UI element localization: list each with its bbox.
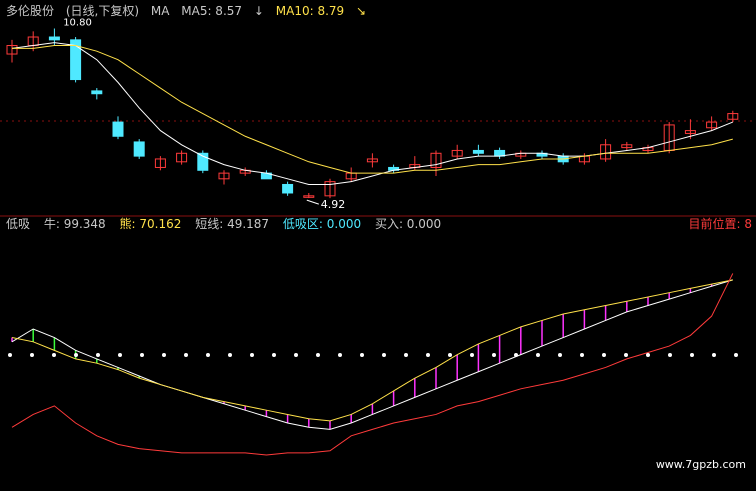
period-label: (日线,下复权): [65, 4, 140, 18]
stock-title: 多伦股份: [6, 4, 55, 18]
ref-dot: [316, 353, 320, 357]
ref-dot: [668, 353, 672, 357]
ref-dot: [734, 353, 738, 357]
current-position: 目前位置: 8: [688, 217, 753, 231]
ref-dot: [492, 353, 496, 357]
ref-dot: [52, 353, 56, 357]
buy-value: 买入: 0.000: [374, 217, 442, 231]
ref-dot: [338, 353, 342, 357]
ref-dot: [294, 353, 298, 357]
ref-dot: [96, 353, 100, 357]
chart-stage: 4.92 10.80 多伦股份 (日线,下复权) MA MA5: 8.57 ↓ M…: [0, 0, 756, 487]
candle-body: [133, 141, 145, 157]
candle-body: [112, 121, 124, 137]
ref-dot: [8, 353, 12, 357]
bull-value: 牛: 99.348: [43, 217, 106, 231]
ma10-arrow: ↘: [356, 4, 367, 18]
ref-dot: [74, 353, 78, 357]
ref-dot: [426, 353, 430, 357]
candle-body: [48, 36, 60, 41]
osc-line-2: [11, 273, 734, 456]
indicator-name: 低吸: [6, 217, 31, 231]
ref-dot: [448, 353, 452, 357]
low-annotation: 4.92: [321, 198, 346, 211]
ref-dot: [514, 353, 518, 357]
ref-dot: [602, 353, 606, 357]
ref-dot: [690, 353, 694, 357]
ref-dot: [228, 353, 232, 357]
ref-dot: [712, 353, 716, 357]
ref-dot: [206, 353, 210, 357]
ref-dot: [558, 353, 562, 357]
ref-dot: [184, 353, 188, 357]
ref-dot: [404, 353, 408, 357]
candle-body: [282, 183, 294, 194]
ref-dot: [118, 353, 122, 357]
ma10-value: MA10: 8.79: [275, 4, 345, 18]
ref-dot: [140, 353, 144, 357]
candle-body: [91, 90, 103, 95]
ref-dot: [646, 353, 650, 357]
chart-header: 多伦股份 (日线,下复权) MA MA5: 8.57 ↓ MA10: 8.79 …: [6, 2, 374, 19]
kline-chart-svg: 4.9210.80: [0, 17, 756, 456]
candle-body: [472, 149, 484, 154]
ref-dot: [536, 353, 540, 357]
osc-line-1: [11, 279, 733, 422]
ref-dot: [30, 353, 34, 357]
ma5-value: MA5: 8.57: [181, 4, 243, 18]
low-zone-value: 低吸区: 0.000: [282, 217, 362, 231]
low-pointer: [306, 199, 319, 205]
ma5-arrow: ↓: [253, 4, 264, 18]
ref-dot: [624, 353, 628, 357]
ref-dot: [360, 353, 364, 357]
ref-dot: [162, 353, 166, 357]
bear-value: 熊: 70.162: [119, 217, 182, 231]
indicator-header: 低吸 牛: 99.348 熊: 70.162 短线: 49.187 低吸区: 0…: [6, 215, 451, 232]
ref-dot: [272, 353, 276, 357]
ref-dot: [382, 353, 386, 357]
ma-label: MA: [150, 4, 170, 18]
short-value: 短线: 49.187: [195, 217, 270, 231]
watermark: www.7gpzb.com: [655, 458, 746, 471]
ref-dot: [580, 353, 584, 357]
ref-dot: [250, 353, 254, 357]
ref-dot: [470, 353, 474, 357]
